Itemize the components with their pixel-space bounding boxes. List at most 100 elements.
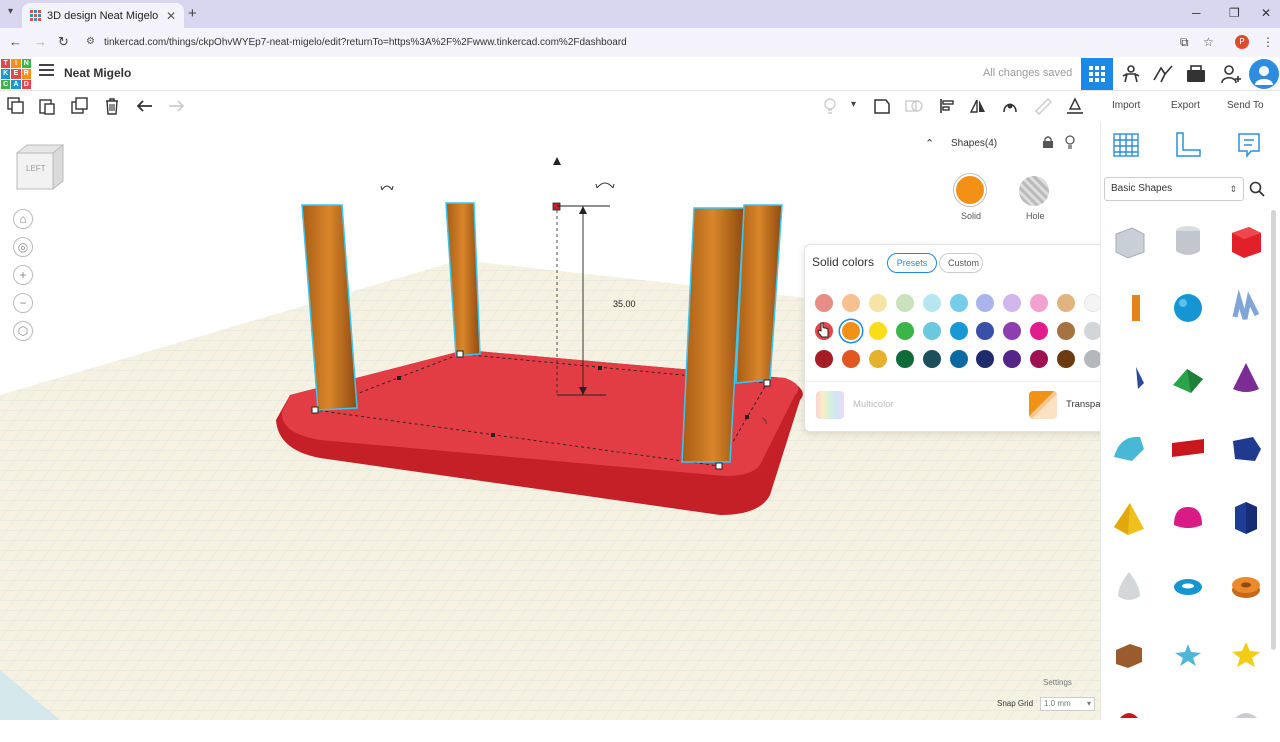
- collapse-inspector-icon[interactable]: ⌃: [925, 137, 934, 150]
- note-icon[interactable]: [873, 97, 891, 115]
- color-swatch[interactable]: [949, 350, 968, 368]
- color-swatch[interactable]: [895, 294, 914, 312]
- cone-shape-icon[interactable]: [1227, 359, 1265, 397]
- site-info-icon[interactable]: ⚙: [86, 36, 95, 47]
- export-button[interactable]: Export: [1171, 100, 1200, 111]
- roof-shape-icon[interactable]: [1169, 359, 1207, 397]
- lift-arrow-icon[interactable]: [553, 157, 561, 165]
- url-field[interactable]: ⚙ tinkercad.com/things/ckpOhvWYEp7-neat-…: [80, 32, 1220, 53]
- mirror-icon[interactable]: [969, 97, 987, 115]
- heart-shape-icon[interactable]: [1110, 704, 1148, 742]
- light-bulb-icon[interactable]: [821, 97, 839, 115]
- color-swatch[interactable]: [841, 350, 860, 368]
- ruler-tool-icon[interactable]: [1174, 131, 1202, 159]
- rotate-handle-icon[interactable]: [595, 182, 615, 189]
- browser-tab[interactable]: 3D design Neat Migelo - Tinke ✕: [22, 3, 184, 28]
- reload-icon[interactable]: ↻: [58, 34, 69, 50]
- panel-scrollbar[interactable]: [1271, 210, 1276, 650]
- tinkercad-logo[interactable]: T I N K E R C A D: [1, 59, 31, 89]
- bricks-icon[interactable]: [1151, 62, 1175, 86]
- color-swatch[interactable]: [922, 294, 941, 312]
- 3d-view-button[interactable]: [1081, 58, 1113, 90]
- perspective-icon[interactable]: ⬡: [13, 321, 33, 341]
- box-hole-shape-icon[interactable]: [1110, 222, 1148, 260]
- color-swatch[interactable]: [815, 350, 833, 368]
- share-user-icon[interactable]: [1219, 62, 1243, 86]
- hexagonal-prism-icon[interactable]: [1227, 499, 1265, 537]
- rotate-handle-icon[interactable]: [380, 185, 394, 191]
- ruler-icon[interactable]: [1034, 97, 1052, 115]
- scribble-shape-icon[interactable]: [1227, 289, 1265, 327]
- notes-tool-icon[interactable]: [1235, 131, 1263, 159]
- color-swatch[interactable]: [895, 322, 914, 340]
- paste-icon[interactable]: [38, 97, 56, 115]
- bookmark-star-icon[interactable]: ☆: [1203, 35, 1214, 49]
- zoom-in-icon[interactable]: +: [13, 265, 33, 285]
- color-swatch[interactable]: [815, 294, 833, 312]
- sphere-shape-icon[interactable]: [1169, 289, 1207, 327]
- window-close-icon[interactable]: ✕: [1261, 6, 1271, 20]
- forward-icon[interactable]: →: [34, 34, 47, 49]
- color-swatch[interactable]: [895, 350, 914, 368]
- color-swatch[interactable]: [1057, 350, 1076, 368]
- star-shape-icon[interactable]: [1169, 636, 1207, 674]
- round-roof-shape-icon[interactable]: [1110, 429, 1148, 467]
- new-tab-icon[interactable]: +: [188, 5, 197, 22]
- tab-presets[interactable]: Presets: [887, 253, 937, 273]
- profile-avatar[interactable]: P: [1235, 35, 1249, 49]
- send-to-button[interactable]: Send To: [1227, 100, 1264, 111]
- search-icon[interactable]: [1249, 181, 1265, 197]
- delete-icon[interactable]: [103, 97, 121, 115]
- duplicate-icon[interactable]: [71, 97, 89, 115]
- snap-grid-select[interactable]: 1.0 mm ▾: [1040, 697, 1095, 711]
- install-app-icon[interactable]: ⧉: [1180, 35, 1189, 50]
- color-swatch[interactable]: [949, 294, 968, 312]
- restore-icon[interactable]: ❐: [1229, 6, 1240, 20]
- color-swatch[interactable]: [868, 322, 887, 340]
- lock-icon[interactable]: [1042, 135, 1054, 149]
- paraboloid-shape-icon[interactable]: [1110, 568, 1148, 606]
- back-icon[interactable]: ←: [9, 34, 22, 49]
- pyramid-shape-icon[interactable]: [1110, 499, 1148, 537]
- height-handle[interactable]: [552, 202, 561, 211]
- light-dropdown-icon[interactable]: ▾: [851, 99, 856, 110]
- hide-bulb-icon[interactable]: [1064, 135, 1076, 149]
- color-swatch[interactable]: [922, 350, 941, 368]
- tube-shape-icon[interactable]: [1227, 568, 1265, 606]
- transparent-swatch[interactable]: [1029, 391, 1057, 419]
- import-button[interactable]: Import: [1112, 100, 1140, 111]
- user-avatar[interactable]: [1249, 59, 1279, 89]
- pyramid-partial-icon[interactable]: [1110, 359, 1148, 397]
- star-gold-shape-icon[interactable]: [1227, 636, 1265, 674]
- align-icon[interactable]: [938, 97, 956, 115]
- multicolor-label[interactable]: Multicolor: [853, 399, 894, 410]
- sim-lab-icon[interactable]: [1184, 62, 1208, 86]
- group-icon[interactable]: [905, 97, 923, 115]
- copy-icon[interactable]: [7, 97, 25, 115]
- design-menu-icon[interactable]: [39, 64, 54, 78]
- diamond-shape-icon[interactable]: [1227, 704, 1265, 742]
- cylinder-hole-shape-icon[interactable]: [1169, 222, 1207, 260]
- color-swatch[interactable]: [868, 294, 887, 312]
- cruise-icon[interactable]: [1001, 97, 1019, 115]
- minimize-icon[interactable]: ─: [1192, 6, 1201, 20]
- workplane-icon[interactable]: [1066, 97, 1084, 115]
- color-swatch[interactable]: [841, 322, 860, 340]
- workplane-tool-icon[interactable]: [1112, 131, 1140, 159]
- half-sphere-shape-icon[interactable]: [1169, 499, 1207, 537]
- settings-link[interactable]: Settings: [1043, 678, 1072, 687]
- text-shape-icon[interactable]: [1169, 429, 1207, 467]
- hole-button[interactable]: [1019, 176, 1049, 206]
- box-shape-icon[interactable]: [1227, 222, 1265, 260]
- color-swatch[interactable]: [1057, 322, 1076, 340]
- close-tab-icon[interactable]: ✕: [166, 9, 176, 23]
- color-swatch[interactable]: [949, 322, 968, 340]
- browser-menu-icon[interactable]: ⋮: [1262, 35, 1274, 49]
- wedge-shape-icon[interactable]: [1110, 636, 1148, 674]
- tab-search-icon[interactable]: ▾: [8, 6, 13, 17]
- tab-custom[interactable]: Custom: [939, 253, 983, 273]
- cylinder-shape-icon[interactable]: [1110, 289, 1148, 327]
- multicolor-swatch[interactable]: [816, 391, 844, 419]
- blocks-icon[interactable]: [1119, 62, 1143, 86]
- color-swatch[interactable]: [1057, 294, 1076, 312]
